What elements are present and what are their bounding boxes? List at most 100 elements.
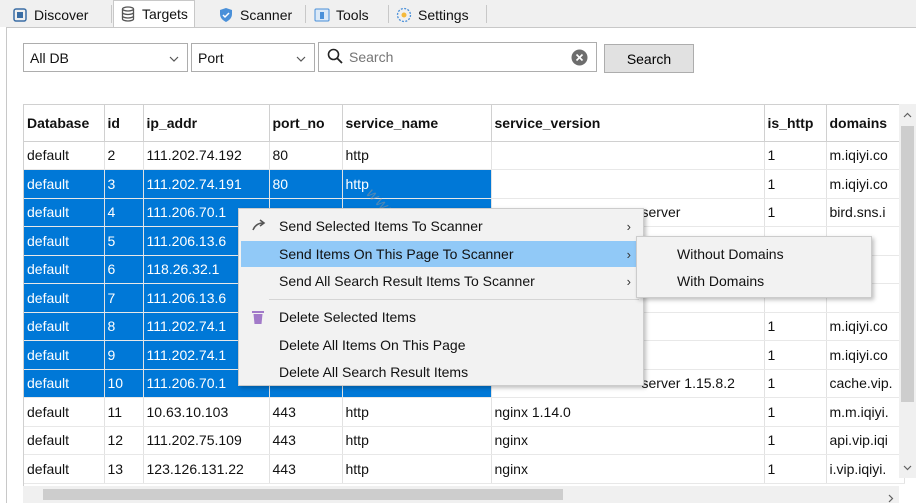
column-header-id[interactable]: id bbox=[104, 105, 144, 142]
cell-database[interactable]: default bbox=[24, 454, 105, 484]
cell-is-http[interactable]: 1 bbox=[764, 169, 827, 199]
cell-is-http[interactable]: 1 bbox=[764, 340, 827, 370]
cell-database[interactable]: default bbox=[24, 312, 105, 341]
tab-discover[interactable]: Discover bbox=[6, 2, 94, 27]
table-row[interactable]: default 2 111.202.74.192 80 http 1 m.iqi… bbox=[24, 141, 905, 170]
cell-database[interactable]: default bbox=[24, 198, 105, 227]
submenu-item-without-domains[interactable]: Without Domains bbox=[639, 241, 869, 267]
cell-domains[interactable]: m.iqiyi.co bbox=[826, 169, 905, 199]
cell-id[interactable]: 10 bbox=[104, 369, 144, 398]
cell-service-version[interactable]: nginx 1.14.0 bbox=[491, 397, 765, 427]
cell-is-http[interactable]: 1 bbox=[764, 454, 827, 484]
table-row[interactable]: default 3 111.202.74.191 80 http 1 m.iqi… bbox=[24, 169, 905, 199]
tab-scanner[interactable]: Scanner bbox=[212, 2, 298, 27]
cell-id[interactable]: 9 bbox=[104, 340, 144, 370]
cell-ip-addr[interactable]: 111.202.74.191 bbox=[143, 169, 270, 199]
scroll-right-icon[interactable] bbox=[886, 490, 895, 503]
cell-domains[interactable]: bird.sns.i bbox=[826, 198, 905, 227]
clear-search-icon[interactable] bbox=[571, 49, 588, 69]
cell-domains[interactable]: m.iqiyi.co bbox=[826, 340, 905, 370]
submenu-item-with-domains[interactable]: With Domains bbox=[639, 268, 869, 294]
cell-id[interactable]: 13 bbox=[104, 454, 144, 484]
menu-item-send-page[interactable]: Send Items On This Page To Scanner › bbox=[241, 241, 641, 267]
cell-database[interactable]: default bbox=[24, 426, 105, 455]
cell-domains[interactable]: m.iqiyi.co bbox=[826, 141, 905, 170]
cell-domains[interactable]: m.m.iqiyi. bbox=[826, 397, 905, 427]
cell-id[interactable]: 11 bbox=[104, 397, 144, 427]
table-row[interactable]: default 12 111.202.75.109 443 http nginx… bbox=[24, 426, 905, 455]
column-header-service-version[interactable]: service_version bbox=[491, 105, 765, 142]
cell-port-no[interactable]: 443 bbox=[269, 397, 343, 427]
cell-service-name[interactable]: http bbox=[342, 141, 492, 170]
menu-item-send-all-results[interactable]: Send All Search Result Items To Scanner … bbox=[241, 268, 641, 294]
cell-ip-addr[interactable]: 111.202.75.109 bbox=[143, 426, 270, 455]
cell-database[interactable]: default bbox=[24, 141, 105, 170]
vertical-scrollbar[interactable] bbox=[899, 104, 916, 478]
cell-is-http[interactable]: 1 bbox=[764, 312, 827, 341]
cell-is-http[interactable]: 1 bbox=[764, 198, 827, 227]
horizontal-scrollbar[interactable] bbox=[23, 486, 899, 503]
cell-id[interactable]: 3 bbox=[104, 169, 144, 199]
cell-database[interactable]: default bbox=[24, 169, 105, 199]
cell-port-no[interactable]: 80 bbox=[269, 169, 343, 199]
cell-service-version[interactable] bbox=[491, 169, 765, 199]
database-select[interactable]: All DB bbox=[23, 43, 188, 72]
search-button[interactable]: Search bbox=[604, 44, 694, 73]
cell-service-name[interactable]: http bbox=[342, 169, 492, 199]
tab-tools[interactable]: Tools bbox=[308, 2, 375, 27]
cell-database[interactable]: default bbox=[24, 369, 105, 398]
column-header-is-http[interactable]: is_http bbox=[764, 105, 827, 142]
column-header-ip-addr[interactable]: ip_addr bbox=[143, 105, 270, 142]
scroll-down-icon[interactable] bbox=[903, 459, 912, 475]
menu-item-delete-page[interactable]: Delete All Items On This Page bbox=[241, 332, 641, 358]
menu-item-delete-selected[interactable]: Delete Selected Items bbox=[241, 304, 641, 330]
cell-database[interactable]: default bbox=[24, 283, 105, 313]
cell-port-no[interactable]: 443 bbox=[269, 426, 343, 455]
column-header-database[interactable]: Database bbox=[24, 105, 105, 142]
cell-domains[interactable]: m.iqiyi.co bbox=[826, 312, 905, 341]
cell-service-name[interactable]: http bbox=[342, 397, 492, 427]
cell-is-http[interactable]: 1 bbox=[764, 141, 827, 170]
cell-id[interactable]: 2 bbox=[104, 141, 144, 170]
cell-service-name[interactable]: http bbox=[342, 426, 492, 455]
cell-port-no[interactable]: 80 bbox=[269, 141, 343, 170]
cell-id[interactable]: 12 bbox=[104, 426, 144, 455]
cell-id[interactable]: 8 bbox=[104, 312, 144, 341]
cell-id[interactable]: 5 bbox=[104, 226, 144, 256]
tab-targets[interactable]: Targets bbox=[113, 0, 195, 27]
cell-is-http[interactable]: 1 bbox=[764, 426, 827, 455]
cell-id[interactable]: 7 bbox=[104, 283, 144, 313]
search-input[interactable] bbox=[349, 49, 564, 65]
cell-is-http[interactable]: 1 bbox=[764, 369, 827, 398]
cell-ip-addr[interactable]: 123.126.131.22 bbox=[143, 454, 270, 484]
table-row[interactable]: default 11 10.63.10.103 443 http nginx 1… bbox=[24, 397, 905, 427]
cell-id[interactable]: 4 bbox=[104, 198, 144, 227]
column-header-domains[interactable]: domains bbox=[826, 105, 905, 142]
cell-service-version[interactable] bbox=[491, 141, 765, 170]
cell-id[interactable]: 6 bbox=[104, 255, 144, 284]
tab-settings[interactable]: Settings bbox=[390, 2, 475, 27]
horizontal-scroll-thumb[interactable] bbox=[43, 489, 563, 500]
cell-ip-addr[interactable]: 10.63.10.103 bbox=[143, 397, 270, 427]
cell-service-name[interactable]: http bbox=[342, 454, 492, 484]
cell-database[interactable]: default bbox=[24, 397, 105, 427]
cell-domains[interactable]: i.vip.iqiyi. bbox=[826, 454, 905, 484]
cell-database[interactable]: default bbox=[24, 340, 105, 370]
cell-ip-addr[interactable]: 111.202.74.192 bbox=[143, 141, 270, 170]
vertical-scroll-thumb[interactable] bbox=[901, 126, 914, 402]
menu-item-send-selected[interactable]: Send Selected Items To Scanner › bbox=[241, 213, 641, 239]
column-header-port-no[interactable]: port_no bbox=[269, 105, 343, 142]
menu-item-delete-all-results[interactable]: Delete All Search Result Items bbox=[241, 359, 641, 385]
cell-is-http[interactable]: 1 bbox=[764, 397, 827, 427]
column-header-service-name[interactable]: service_name bbox=[342, 105, 492, 142]
cell-database[interactable]: default bbox=[24, 255, 105, 284]
table-row[interactable]: default 13 123.126.131.22 443 http nginx… bbox=[24, 454, 905, 484]
scroll-up-icon[interactable] bbox=[903, 107, 912, 123]
cell-domains[interactable]: api.vip.iqi bbox=[826, 426, 905, 455]
cell-port-no[interactable]: 443 bbox=[269, 454, 343, 484]
cell-database[interactable]: default bbox=[24, 226, 105, 256]
cell-domains[interactable]: cache.vip. bbox=[826, 369, 905, 398]
cell-service-version[interactable]: nginx bbox=[491, 426, 765, 455]
cell-service-version[interactable]: nginx bbox=[491, 454, 765, 484]
field-select[interactable]: Port bbox=[191, 43, 315, 72]
